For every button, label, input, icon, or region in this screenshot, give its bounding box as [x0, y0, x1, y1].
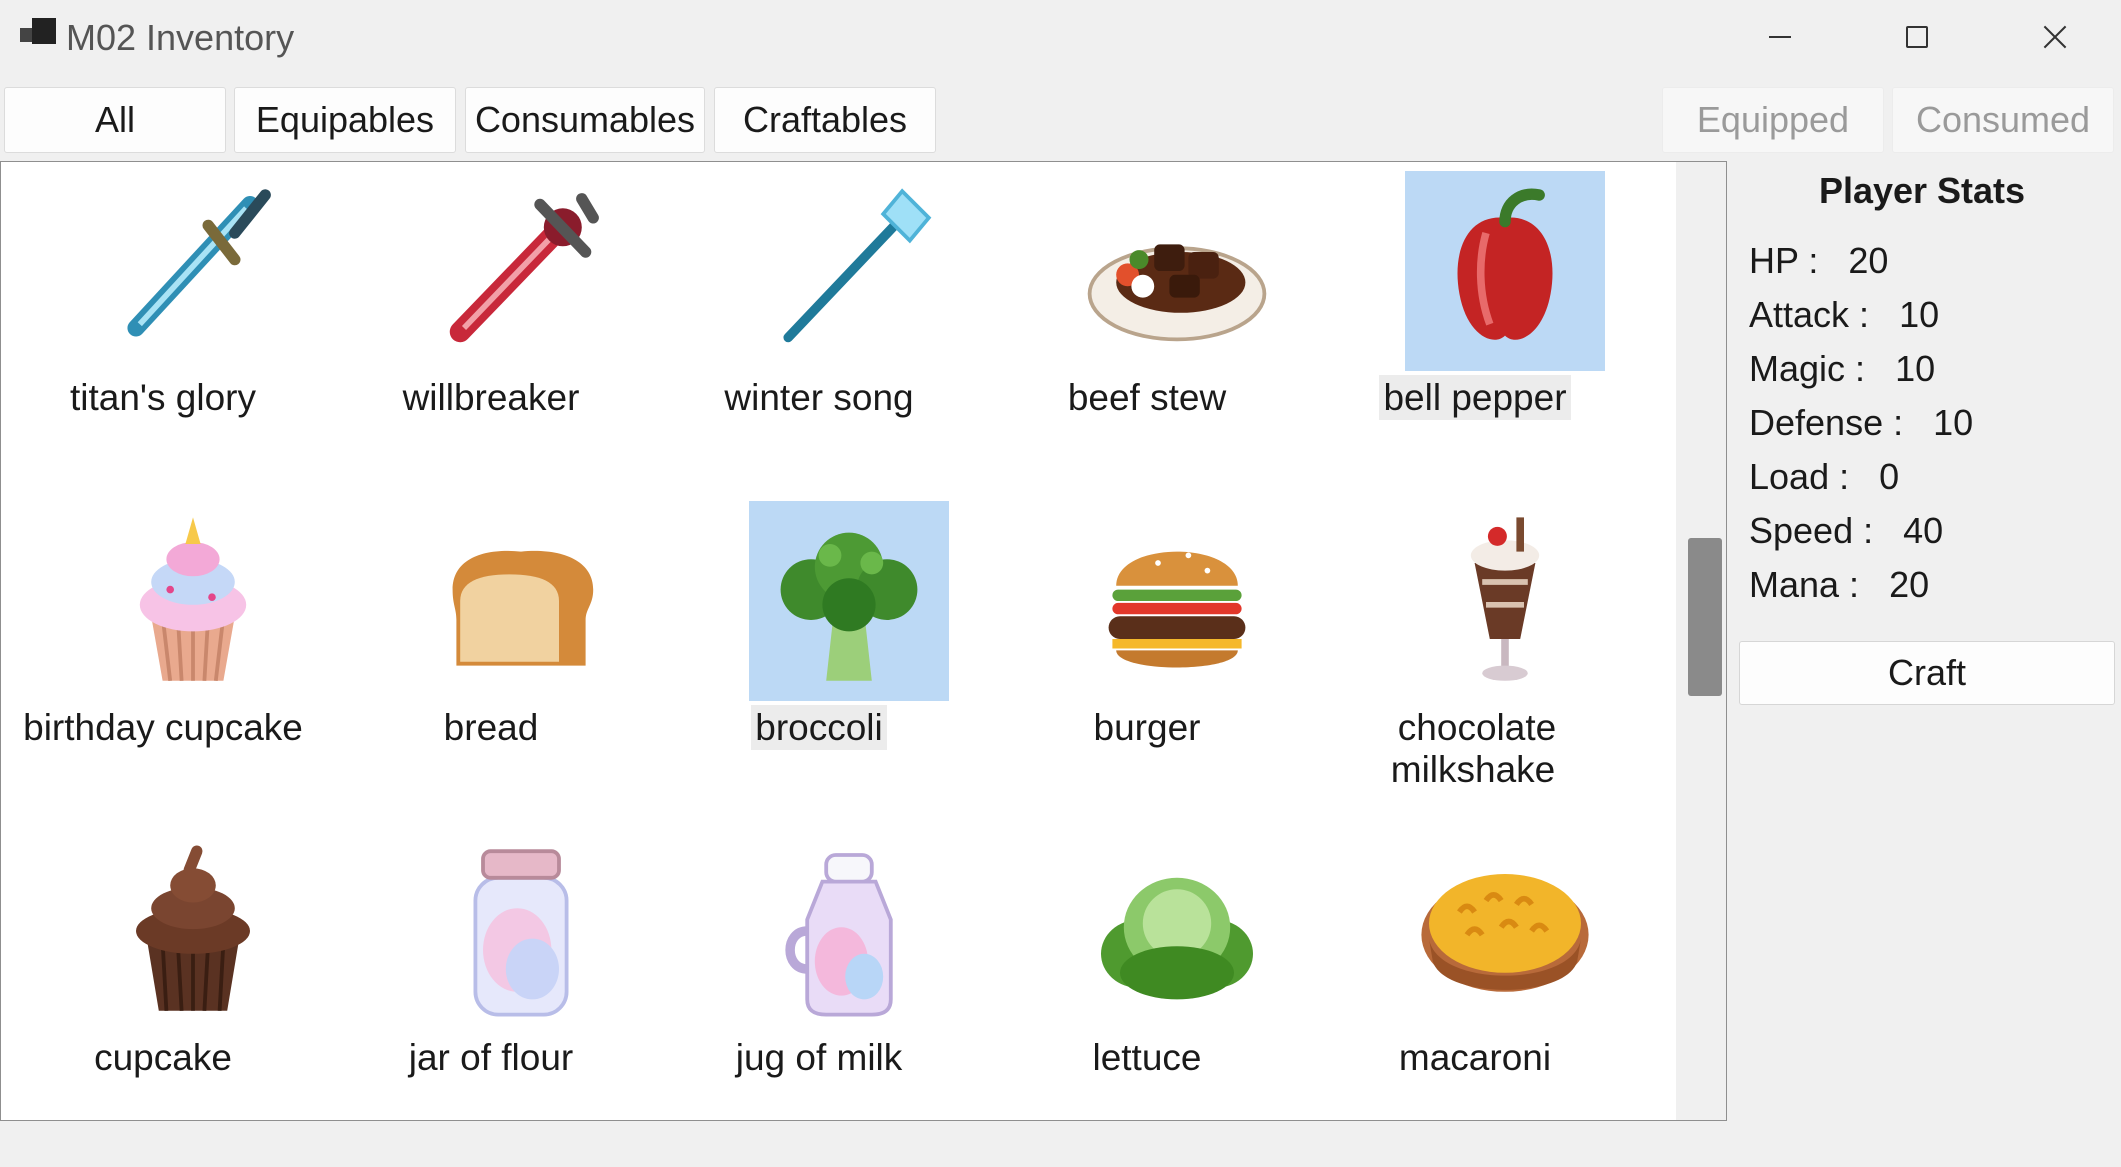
stew-icon — [1077, 171, 1277, 371]
jar-icon — [421, 831, 621, 1031]
inventory-item[interactable]: jug of milk — [659, 831, 979, 1120]
tab-equipped[interactable]: Equipped — [1662, 87, 1884, 153]
inventory-item[interactable]: macaroni — [1315, 831, 1635, 1120]
maximize-button[interactable] — [1887, 14, 1947, 60]
pepper-icon — [1405, 171, 1605, 371]
lettuce-icon — [1077, 831, 1277, 1031]
jug-icon — [749, 831, 949, 1031]
sword-icon — [93, 171, 293, 371]
item-label: birthday cupcake — [23, 707, 303, 748]
maximize-icon — [1906, 26, 1928, 48]
inventory-item[interactable]: willbreaker — [331, 171, 651, 471]
item-label: broccoli — [751, 705, 887, 750]
stat-load: Load : 0 — [1749, 456, 1900, 497]
item-label: beef stew — [1067, 377, 1227, 418]
broccoli-icon — [749, 501, 949, 701]
inventory-item[interactable]: cupcake — [3, 831, 323, 1120]
tab-consumed[interactable]: Consumed — [1892, 87, 2114, 153]
close-button[interactable] — [2025, 14, 2085, 60]
tab-all[interactable]: All — [4, 87, 226, 153]
item-label: winter song — [724, 377, 914, 418]
stat-attack: Attack : 10 — [1749, 294, 1940, 335]
inventory-item[interactable]: burger — [987, 501, 1307, 801]
window-title: M02 Inventory — [66, 17, 295, 58]
minimize-button[interactable] — [1750, 14, 1810, 60]
close-icon — [2043, 25, 2067, 49]
inventory-item[interactable]: titan's glory — [3, 171, 323, 471]
inventory-list[interactable]: titan's glory willbreaker winter song be… — [0, 161, 1727, 1121]
inventory-item[interactable]: bread — [331, 501, 651, 801]
cupcake-icon — [93, 831, 293, 1031]
stat-mana: Mana : 20 — [1749, 564, 1930, 605]
stat-magic: Magic : 10 — [1749, 348, 1936, 389]
stat-defense: Defense : 10 — [1749, 402, 1974, 443]
craft-button[interactable]: Craft — [1739, 641, 2115, 705]
item-label: jug of milk — [735, 1037, 903, 1078]
inventory-item[interactable]: winter song — [659, 171, 979, 471]
item-label: titan's glory — [70, 377, 256, 418]
tab-equipables[interactable]: Equipables — [234, 87, 456, 153]
staff-icon — [749, 171, 949, 371]
inventory-item[interactable]: chocolate milkshake — [1315, 501, 1635, 801]
item-label: lettuce — [1092, 1037, 1202, 1078]
stat-speed: Speed : 40 — [1749, 510, 1944, 551]
sword-icon — [421, 171, 621, 371]
inventory-item[interactable]: birthday cupcake — [3, 501, 323, 801]
inventory-item[interactable]: beef stew — [987, 171, 1307, 471]
item-label: bell pepper — [1379, 375, 1571, 420]
stats-title: Player Stats — [1818, 170, 2026, 211]
item-label: burger — [1093, 707, 1201, 748]
item-label: jar of flour — [408, 1037, 574, 1078]
bread-icon — [421, 501, 621, 701]
item-label: chocolate milkshake — [1390, 707, 1557, 790]
item-label: macaroni — [1398, 1037, 1552, 1078]
burger-icon — [1077, 501, 1277, 701]
inventory-item-selected[interactable]: bell pepper — [1315, 171, 1635, 471]
tab-craftables[interactable]: Craftables — [714, 87, 936, 153]
minimize-icon — [1769, 36, 1791, 38]
tab-consumables[interactable]: Consumables — [465, 87, 705, 153]
cupcake-icon — [93, 501, 293, 701]
item-label: bread — [443, 707, 539, 748]
item-label: willbreaker — [402, 377, 580, 418]
stat-hp: HP : 20 — [1749, 240, 1889, 281]
scrollbar[interactable] — [1676, 162, 1726, 1120]
app-icon — [20, 18, 58, 48]
item-label: cupcake — [94, 1037, 232, 1078]
inventory-item-selected[interactable]: broccoli — [659, 501, 979, 801]
inventory-item[interactable]: jar of flour — [331, 831, 651, 1120]
milkshake-icon — [1405, 501, 1605, 701]
title-bar: M02 Inventory — [0, 0, 2121, 78]
inventory-item[interactable]: lettuce — [987, 831, 1307, 1120]
macaroni-icon — [1405, 831, 1605, 1031]
scrollbar-thumb[interactable] — [1688, 538, 1722, 696]
